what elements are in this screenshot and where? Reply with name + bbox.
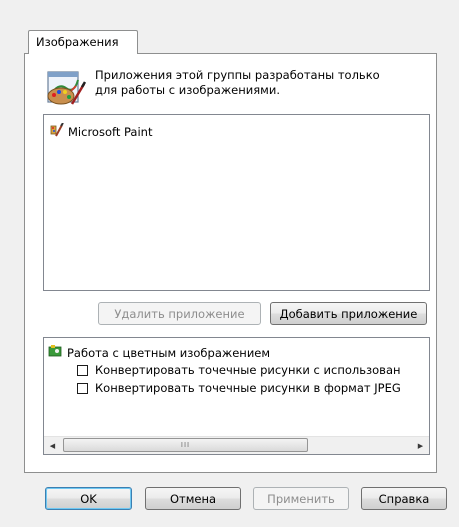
application-list[interactable]: Microsoft Paint	[43, 114, 430, 291]
paint-palette-icon	[44, 66, 87, 108]
option-label: Конвертировать точечные рисунки в формат…	[95, 381, 401, 395]
description-line-2: для работы с изображениями.	[95, 83, 280, 97]
color-image-icon	[48, 344, 62, 361]
group-description: Приложения этой группы разработаны тольк…	[95, 68, 415, 98]
scrollbar-thumb[interactable]: III	[63, 438, 308, 452]
add-application-button[interactable]: Добавить приложение	[270, 302, 427, 325]
cancel-label: Отмена	[169, 491, 217, 506]
option-convert-bitmap-using[interactable]: Конвертировать точечные рисунки с исполь…	[77, 363, 401, 377]
scroll-left-arrow-icon[interactable]: ◀	[44, 437, 61, 454]
list-item-label: Microsoft Paint	[68, 124, 153, 139]
help-label: Справка	[378, 491, 430, 506]
paint-brush-icon	[50, 122, 64, 140]
color-image-group: Работа с цветным изображением	[48, 344, 270, 361]
list-item-microsoft-paint[interactable]: Microsoft Paint	[50, 122, 153, 140]
cancel-button[interactable]: Отмена	[145, 487, 241, 510]
description-line-1: Приложения этой группы разработаны тольк…	[95, 68, 380, 82]
ok-label: OK	[80, 491, 97, 506]
tab-images[interactable]: Изображения	[28, 30, 138, 54]
checkbox-convert-bitmap-jpeg[interactable]	[77, 382, 88, 394]
remove-application-label: Удалить приложение	[114, 306, 245, 321]
color-image-title: Работа с цветным изображением	[67, 345, 271, 360]
checkbox-convert-bitmap-using[interactable]	[77, 364, 88, 376]
option-label: Конвертировать точечные рисунки с исполь…	[95, 363, 401, 377]
add-application-label: Добавить приложение	[279, 306, 418, 321]
remove-application-button[interactable]: Удалить приложение	[98, 302, 261, 325]
apply-button[interactable]: Применить	[253, 487, 349, 510]
options-list[interactable]: Работа с цветным изображением Конвертиро…	[43, 337, 430, 455]
scroll-right-arrow-icon[interactable]: ▶	[412, 437, 429, 454]
help-button[interactable]: Справка	[361, 487, 447, 510]
option-convert-bitmap-jpeg[interactable]: Конвертировать точечные рисунки в формат…	[77, 381, 401, 395]
ok-button[interactable]: OK	[45, 487, 132, 510]
tab-images-label: Изображения	[36, 35, 119, 49]
scrollbar-grip: III	[180, 440, 191, 449]
horizontal-scrollbar[interactable]: ◀ III ▶	[44, 436, 429, 454]
apply-label: Применить	[267, 491, 335, 506]
